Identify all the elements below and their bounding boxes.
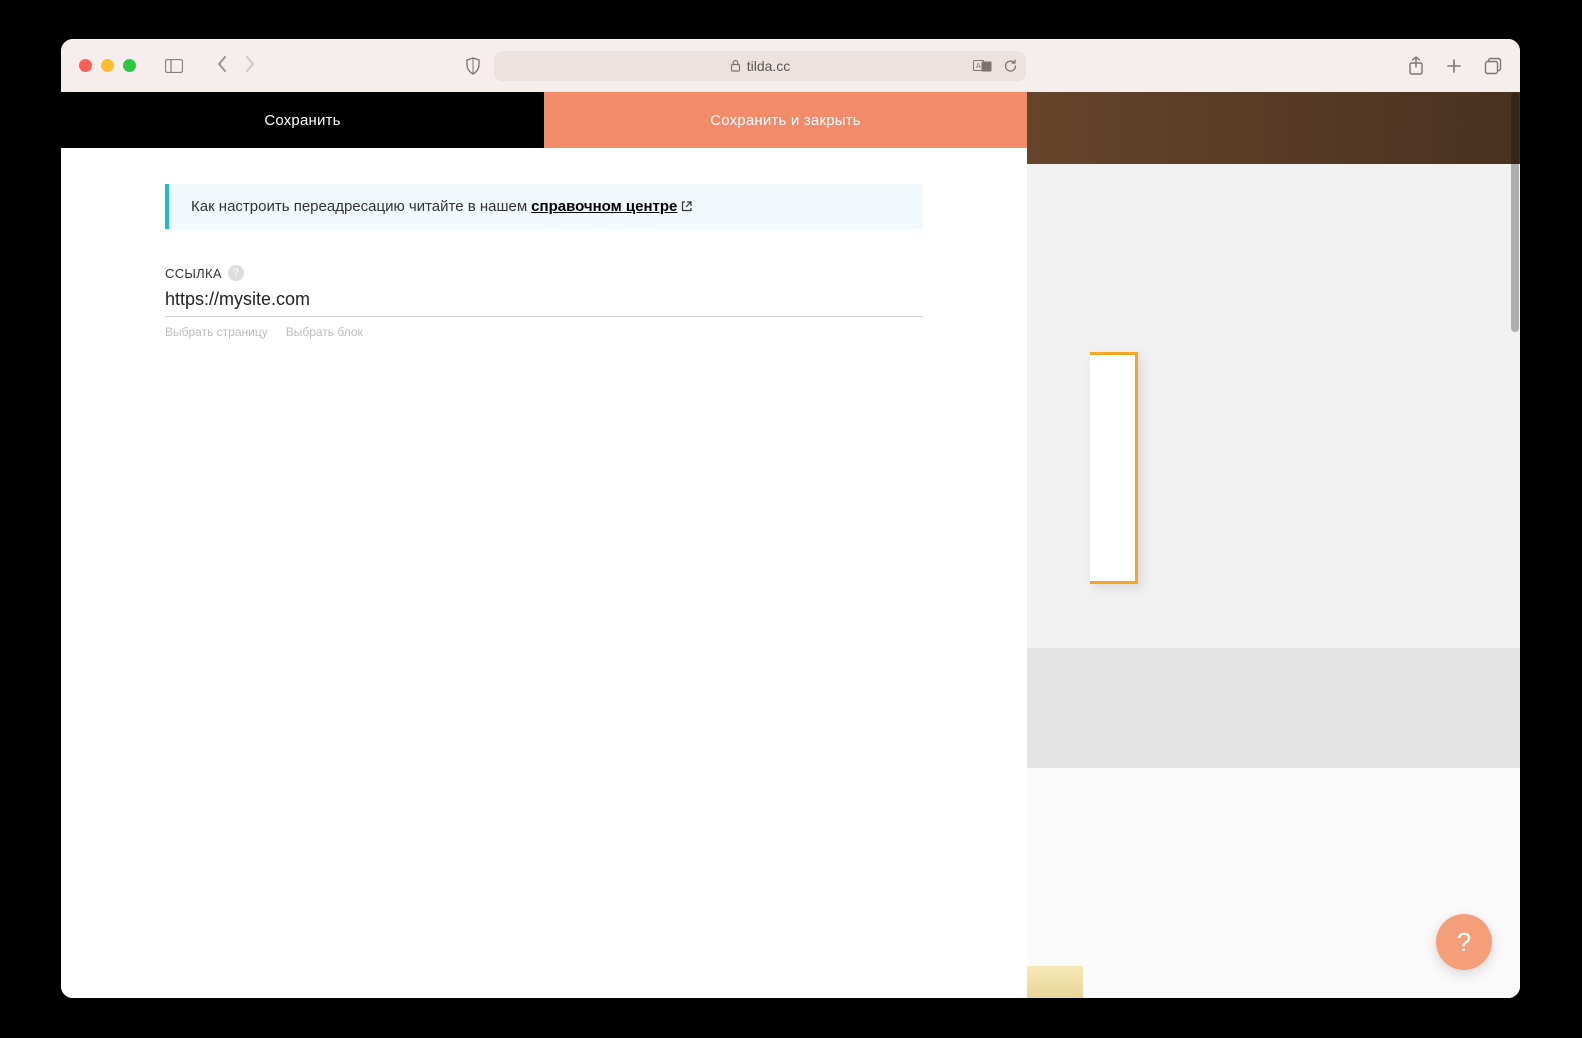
page-content: Сохранить Сохранить и закрыть Как настро…: [61, 92, 1520, 998]
help-center-link[interactable]: справочном центре: [531, 198, 692, 215]
save-button[interactable]: Сохранить: [61, 92, 544, 148]
help-tooltip-icon[interactable]: ?: [228, 265, 244, 281]
svg-text:A: A: [976, 63, 981, 70]
info-text: Как настроить переадресацию читайте в на…: [191, 198, 527, 215]
help-fab-button[interactable]: ?: [1436, 914, 1492, 970]
panel-action-bar: Сохранить Сохранить и закрыть: [61, 92, 1027, 148]
reload-icon[interactable]: [1003, 58, 1018, 74]
new-tab-icon[interactable]: [1446, 58, 1462, 74]
link-field-label-row: ССЫЛКА ?: [165, 265, 923, 281]
link-url-input[interactable]: [165, 281, 923, 317]
forward-button[interactable]: [244, 55, 256, 77]
browser-window: tilda.cc A: [61, 39, 1520, 998]
info-notice: Как настроить переадресацию читайте в на…: [165, 184, 923, 229]
address-host: tilda.cc: [747, 58, 791, 74]
external-link-icon: [681, 201, 692, 212]
chevron-left-icon: [216, 55, 228, 73]
panel-body: Как настроить переадресацию читайте в на…: [61, 148, 1027, 339]
tabs-overview-icon[interactable]: [1484, 57, 1502, 75]
chevron-right-icon: [244, 55, 256, 73]
save-label: Сохранить: [264, 112, 340, 129]
choose-block-link[interactable]: Выбрать блок: [286, 325, 363, 339]
back-button[interactable]: [216, 55, 228, 77]
link-field-group: ССЫЛКА ? Выбрать страницу Выбрать блок: [165, 265, 923, 339]
close-window-icon[interactable]: [79, 59, 92, 72]
minimize-window-icon[interactable]: [101, 59, 114, 72]
translate-icon[interactable]: A: [973, 59, 993, 73]
link-field-label: ССЫЛКА: [165, 266, 222, 281]
shield-icon: [465, 57, 481, 75]
browser-toolbar: tilda.cc A: [61, 39, 1520, 92]
maximize-window-icon[interactable]: [123, 59, 136, 72]
sidebar-icon: [165, 59, 183, 73]
share-icon[interactable]: [1408, 56, 1424, 76]
save-close-label: Сохранить и закрыть: [710, 112, 861, 129]
nav-arrow-group: [216, 55, 256, 77]
choose-page-link[interactable]: Выбрать страницу: [165, 325, 268, 339]
sub-link-row: Выбрать страницу Выбрать блок: [165, 325, 923, 339]
vertical-scrollbar[interactable]: [1511, 92, 1519, 332]
save-and-close-button[interactable]: Сохранить и закрыть: [544, 92, 1027, 148]
settings-panel: Сохранить Сохранить и закрыть Как настро…: [61, 92, 1027, 998]
help-center-link-text: справочном центре: [531, 198, 677, 215]
privacy-shield-button[interactable]: [465, 57, 481, 75]
sidebar-toggle-button[interactable]: [164, 58, 184, 74]
address-bar[interactable]: tilda.cc A: [494, 51, 1026, 81]
address-actions: A: [973, 58, 1018, 74]
right-toolbar: [1408, 56, 1502, 76]
help-fab-label: ?: [1457, 927, 1471, 958]
lock-icon: [730, 59, 741, 72]
selected-block-outline: [1090, 352, 1138, 584]
window-controls: [79, 59, 136, 72]
